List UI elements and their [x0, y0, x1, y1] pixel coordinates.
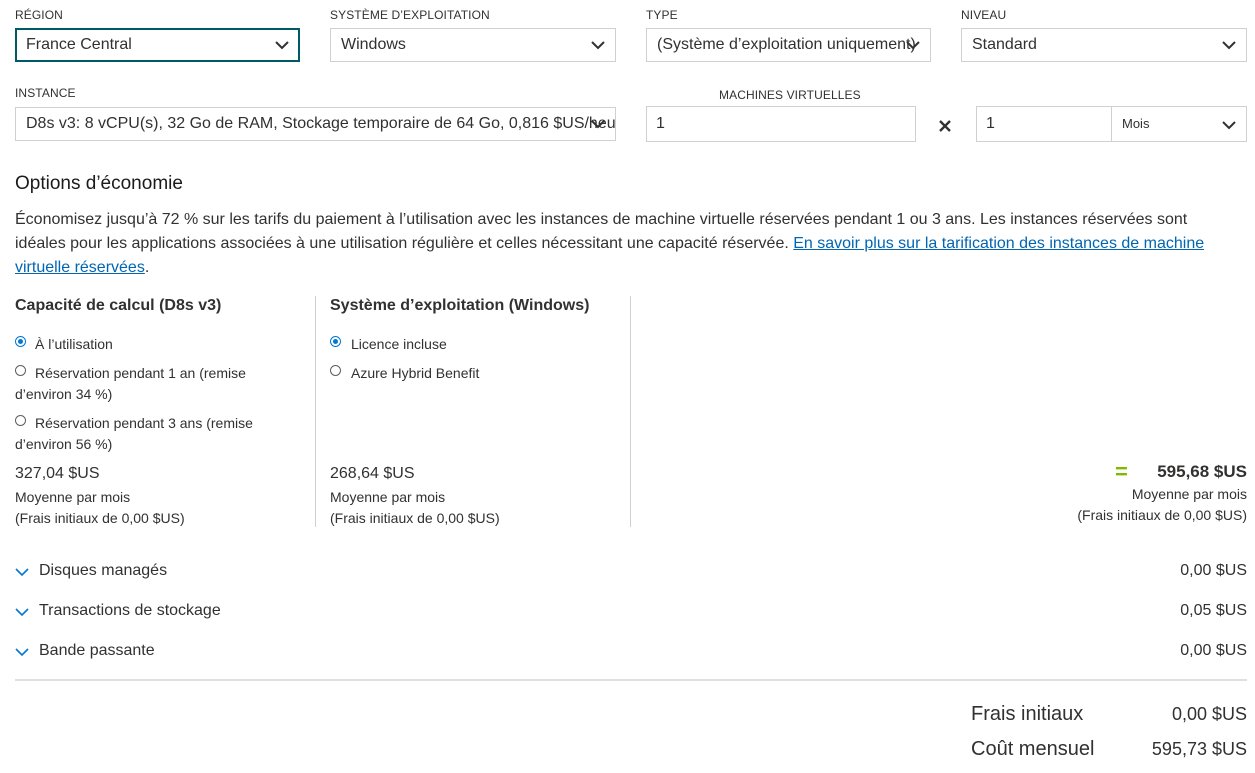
savings-title: Options d’économie [15, 173, 183, 194]
chevron-down-icon[interactable] [15, 567, 29, 577]
os-upfront: (Frais initiaux de 0,00 $US) [330, 510, 500, 526]
os-option-hybrid[interactable]: Azure Hybrid Benefit [330, 363, 610, 384]
os-column-title: Système d’exploitation (Windows) [330, 297, 590, 314]
radio-selected[interactable] [15, 336, 26, 347]
column-divider [315, 296, 316, 527]
instance-select[interactable]: D8s v3: 8 vCPU(s), 32 Go de RAM, Stockag… [15, 107, 616, 141]
section-name: Transactions de stockage [39, 602, 221, 619]
compute-price: 327,04 $US [15, 465, 100, 482]
savings-description: Économisez jusqu’à 72 % sur les tarifs d… [15, 208, 1240, 280]
section-value: 0,00 $US [1180, 562, 1247, 579]
chevron-down-icon [591, 120, 605, 129]
chevron-down-icon [591, 41, 605, 50]
vm-count-input[interactable]: 1 [646, 106, 916, 142]
os-option-license[interactable]: Licence incluse [330, 334, 610, 355]
compute-option-1y[interactable]: Réservation pendant 1 an (remise d’envir… [15, 363, 275, 405]
subtotal-avg-label: Moyenne par mois [1131, 486, 1247, 502]
duration-unit-select[interactable]: Mois [1111, 106, 1247, 142]
section-name: Bande passante [39, 642, 155, 659]
subtotal-price: 595,68 $US [1157, 462, 1247, 481]
instance-label: INSTANCE [15, 86, 76, 100]
os-value: Windows [341, 36, 406, 53]
upfront-total-label: Frais initiaux [971, 703, 1084, 725]
subtotal-upfront: (Frais initiaux de 0,00 $US) [1077, 507, 1247, 523]
multiply-icon [938, 119, 952, 133]
os-label: SYSTÈME D’EXPLOITATION [330, 8, 490, 22]
chevron-down-icon [275, 41, 289, 50]
tier-value: Standard [972, 36, 1037, 53]
region-label: RÉGION [15, 8, 63, 22]
chevron-down-icon [906, 41, 920, 50]
divider [15, 679, 1247, 681]
region-value: France Central [26, 36, 132, 53]
monthly-total-value: 595,73 $US [1151, 739, 1247, 759]
radio-unselected[interactable] [15, 365, 26, 376]
os-price: 268,64 $US [330, 465, 415, 482]
tier-select[interactable]: Standard [961, 28, 1247, 62]
instance-value: D8s v3: 8 vCPU(s), 32 Go de RAM, Stockag… [26, 115, 615, 132]
savings-period: . [144, 259, 150, 276]
compute-option-label: À l’utilisation [35, 336, 113, 352]
region-select[interactable]: France Central [15, 28, 300, 62]
column-divider [630, 296, 631, 527]
type-value: (Système d’exploitation uniquement) [657, 36, 916, 53]
chevron-down-icon[interactable] [15, 607, 29, 617]
type-select[interactable]: (Système d’exploitation uniquement) [646, 28, 931, 62]
compute-option-payg[interactable]: À l’utilisation [15, 334, 275, 355]
chevron-down-icon [1222, 41, 1236, 50]
duration-input[interactable]: 1 [976, 106, 1112, 142]
compute-title: Capacité de calcul (D8s v3) [15, 297, 222, 314]
type-label: TYPE [646, 8, 678, 22]
compute-option-3y[interactable]: Réservation pendant 3 ans (remise d’envi… [15, 413, 275, 455]
section-managed-disks[interactable]: Disques managés 0,00 $US [15, 562, 1247, 586]
compute-avg-label: Moyenne par mois [15, 489, 131, 505]
radio-selected[interactable] [330, 336, 341, 347]
chevron-down-icon[interactable] [15, 647, 29, 657]
os-option-label: Azure Hybrid Benefit [351, 365, 480, 381]
upfront-total-value: 0,00 $US [1171, 704, 1247, 724]
tier-label: NIVEAU [961, 8, 1007, 22]
os-option-label: Licence incluse [351, 336, 447, 352]
equals-sign: = [1115, 459, 1128, 484]
monthly-total-label: Coût mensuel [971, 738, 1095, 760]
section-storage-transactions[interactable]: Transactions de stockage 0,05 $US [15, 602, 1247, 626]
radio-unselected[interactable] [330, 365, 341, 376]
section-name: Disques managés [39, 562, 168, 579]
chevron-down-icon [1222, 121, 1236, 130]
radio-unselected[interactable] [15, 415, 26, 426]
vms-label: MACHINES VIRTUELLES [719, 88, 861, 102]
compute-upfront: (Frais initiaux de 0,00 $US) [15, 510, 185, 526]
section-bandwidth[interactable]: Bande passante 0,00 $US [15, 642, 1247, 666]
section-value: 0,05 $US [1180, 602, 1247, 619]
section-value: 0,00 $US [1180, 642, 1247, 659]
os-avg-label: Moyenne par mois [330, 489, 446, 505]
compute-option-label: Réservation pendant 1 an (remise d’envir… [15, 365, 246, 402]
os-select[interactable]: Windows [330, 28, 616, 62]
compute-option-label: Réservation pendant 3 ans (remise d’envi… [15, 415, 253, 452]
